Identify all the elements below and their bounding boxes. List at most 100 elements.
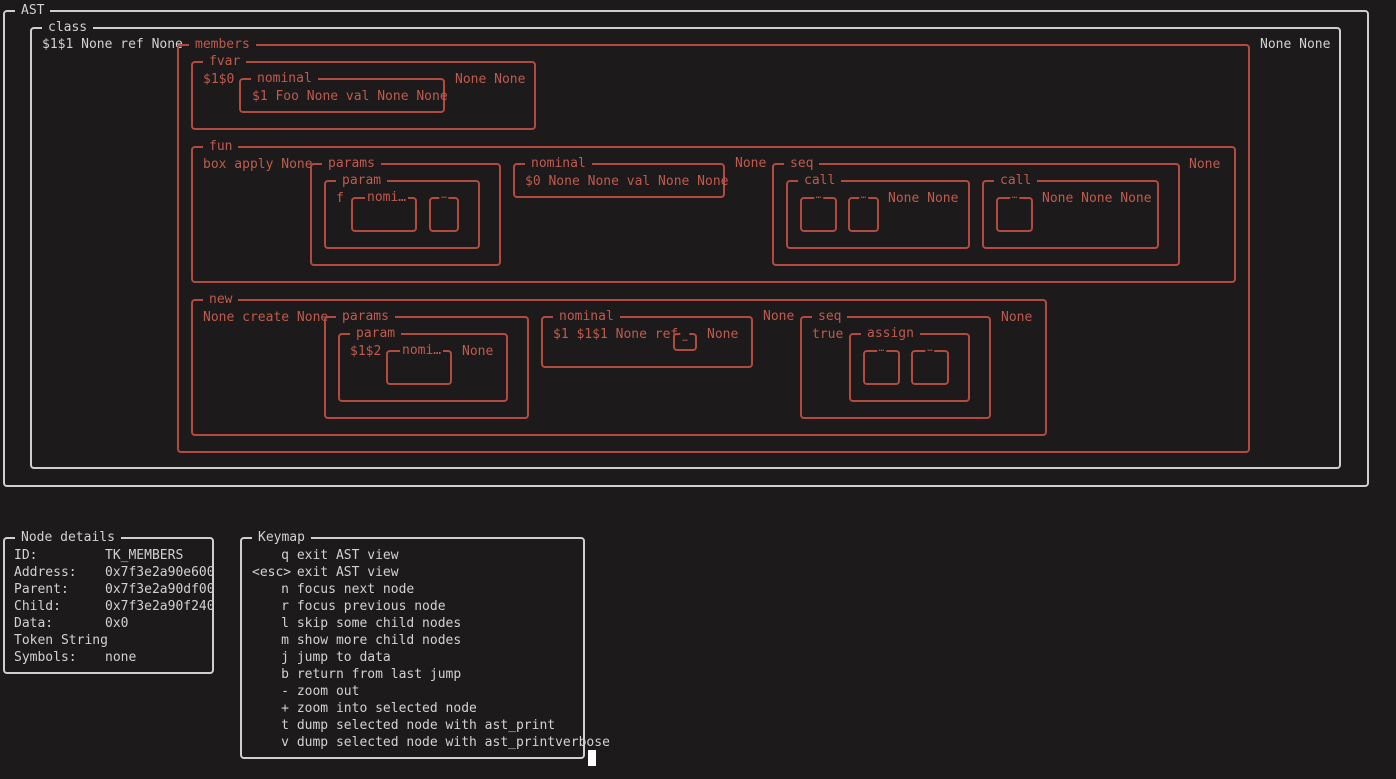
node-fields: None create None — [203, 310, 329, 325]
node-title: call — [798, 172, 842, 189]
node-title: call — [994, 172, 1038, 189]
node-collapsed[interactable]: … — [429, 190, 459, 232]
node-detail-value: none — [105, 650, 137, 665]
node-nominal[interactable]: nominal $1 $1$1 None ref None — [541, 308, 753, 368]
node-collapsed[interactable]: nomi… — [386, 342, 452, 385]
node-fields-trailing: None — [1001, 310, 1033, 325]
keymap-key: - — [281, 684, 289, 699]
ellipsis-icon: … — [813, 190, 824, 202]
keymap-key: t — [281, 718, 289, 733]
terminal-cursor — [588, 750, 596, 766]
node-fields-trailing: None None — [1260, 37, 1331, 52]
keymap-item: v dump selected node with ast_printverbo… — [252, 734, 610, 751]
keymap-action: focus next node — [296, 582, 415, 597]
node-fields: $0 None None val None None — [525, 174, 729, 189]
node-detail-value: 0x7f3e2a90f240 — [105, 599, 215, 614]
node-title: nominal — [251, 70, 318, 87]
keymap-item: r focus previous node — [252, 598, 610, 615]
ellipsis-icon: … — [680, 333, 690, 345]
keymap-action: dump selected node with ast_print — [296, 718, 556, 733]
node-fields-trailing: None — [462, 344, 494, 359]
node-details-panel: Node details ID: TK_MEMBERS Address: 0x7f3e… — [3, 529, 215, 674]
node-title: assign — [861, 325, 920, 342]
node-collapsed[interactable]: … — [848, 190, 879, 232]
keymap-item: t dump selected node with ast_print — [252, 717, 610, 734]
node-nominal[interactable]: nominal $1 Foo None val None None — [239, 70, 448, 113]
keymap-key: m — [281, 633, 289, 648]
ellipsis-icon: … — [925, 343, 935, 355]
node-detail-value: 0x7f3e2a90e600 — [105, 565, 215, 580]
node-fields: $1 Foo None val None None — [252, 89, 448, 104]
node-collapsed[interactable]: … — [673, 333, 697, 351]
node-title: fun — [203, 138, 239, 155]
ellipsis-icon: … — [858, 190, 869, 202]
node-title: fvar — [203, 53, 247, 70]
keymap-action: zoom into selected node — [296, 701, 477, 716]
keymap-key: <esc> — [252, 565, 292, 580]
ast-panel-title: AST — [15, 2, 51, 19]
node-detail-value: 0x7f3e2a90df00 — [105, 582, 215, 597]
keymap-rows: q exit AST view <esc> exit AST view n focu… — [252, 547, 610, 751]
ellipsis-icon: … — [439, 190, 449, 202]
node-fields: $1 $1$1 None ref — [553, 327, 679, 342]
node-detail-label: Parent: — [14, 582, 69, 597]
node-fields-trailing: None None — [888, 191, 959, 206]
node-fields-trailing: None None None — [1042, 191, 1152, 206]
node-title: nominal — [525, 155, 592, 172]
node-title: new — [203, 291, 239, 308]
node-detail-label: Token String — [14, 633, 108, 648]
node-fields: $1$2 — [350, 344, 382, 359]
node-detail-row: Address: 0x7f3e2a90e600 — [14, 564, 215, 581]
node-detail-row: ID: TK_MEMBERS — [14, 547, 215, 564]
keymap-key: r — [281, 599, 289, 614]
node-title: nomi… — [365, 189, 409, 206]
node-title: param — [336, 172, 388, 189]
node-collapsed[interactable]: nomi… — [351, 189, 417, 232]
node-collapsed[interactable]: … — [800, 190, 837, 232]
keymap-item: b return from last jump — [252, 666, 610, 683]
node-detail-label: ID: — [14, 548, 38, 563]
node-detail-label: Child: — [14, 599, 61, 614]
node-fields-trailing: None None — [455, 72, 526, 87]
keymap-action: skip some child nodes — [296, 616, 462, 631]
ellipsis-icon: … — [876, 343, 887, 355]
node-title: params — [336, 308, 395, 325]
keymap-item: - zoom out — [252, 683, 610, 700]
keymap-title: Keymap — [252, 529, 311, 546]
node-title: params — [322, 155, 381, 172]
node-title: nominal — [553, 308, 620, 325]
node-title: param — [350, 325, 402, 342]
node-fields: box apply None — [203, 157, 313, 172]
node-collapsed[interactable]: … — [863, 343, 900, 385]
node-fields-trailing: None — [1189, 157, 1221, 172]
node-fields-trailing: None — [707, 327, 739, 342]
node-detail-row: Symbols: none — [14, 649, 215, 666]
keymap-item: q exit AST view — [252, 547, 610, 564]
keymap-item: + zoom into selected node — [252, 700, 610, 717]
node-detail-value: 0x0 — [105, 616, 129, 631]
node-collapsed[interactable]: … — [996, 190, 1033, 232]
node-title: seq — [812, 308, 848, 325]
keymap-key: l — [281, 616, 289, 631]
node-detail-value: TK_MEMBERS — [105, 548, 184, 563]
keymap-item: m show more child nodes — [252, 632, 610, 649]
node-title: seq — [784, 155, 820, 172]
keymap-key: + — [281, 701, 289, 716]
keymap-action: return from last jump — [296, 667, 462, 682]
keymap-action: exit AST view — [296, 565, 399, 580]
keymap-item: j jump to data — [252, 649, 610, 666]
keymap-key: n — [281, 582, 289, 597]
node-fields-trailing: None — [735, 156, 767, 171]
node-fields: true — [812, 327, 844, 342]
node-collapsed[interactable]: … — [911, 343, 949, 385]
node-nominal[interactable]: nominal $0 None None val None None — [513, 155, 729, 198]
